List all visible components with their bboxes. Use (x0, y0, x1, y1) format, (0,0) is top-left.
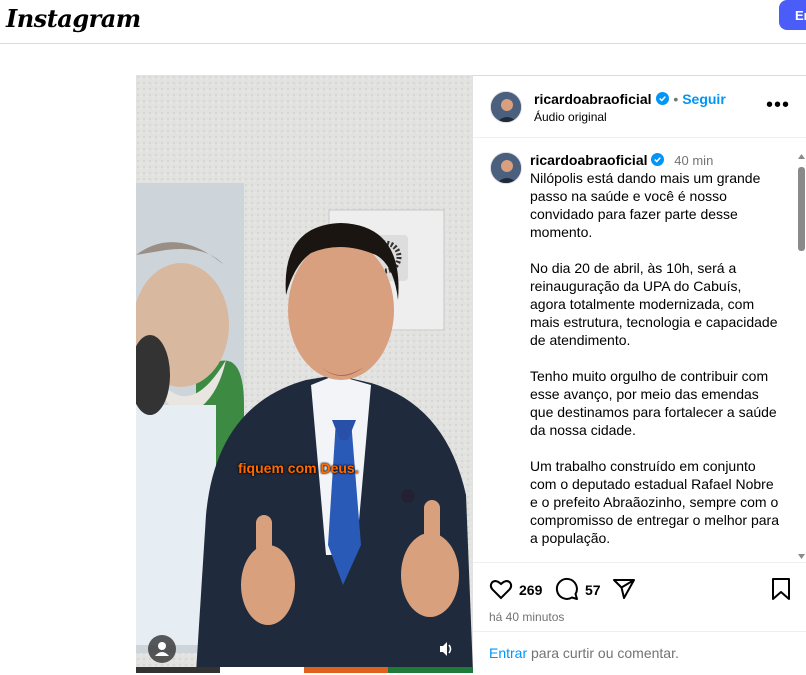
post-date: há 40 minutos (489, 610, 565, 624)
heart-icon[interactable] (489, 577, 513, 601)
instagram-logo[interactable]: Instagram (6, 4, 141, 33)
caption-avatar[interactable] (490, 152, 522, 184)
action-bar: 269 57 há 40 minutos Entrar para curtir … (473, 562, 806, 674)
caption-paragraph: Nilópolis está dando mais um grande pass… (530, 170, 761, 240)
comments-count[interactable]: 57 (585, 582, 601, 598)
post-header: ricardoabraoficial • Seguir Áudio origin… (473, 76, 806, 138)
comment-icon[interactable] (555, 577, 579, 601)
caption-area: ricardoabraoficial 40 min Nilópolis está… (473, 139, 806, 562)
caption-time: 40 min (674, 153, 714, 168)
login-button[interactable]: En (779, 0, 806, 30)
video-subtitle: fiquem com Deus. (238, 460, 359, 476)
verified-icon (651, 153, 665, 166)
likes-count[interactable]: 269 (519, 582, 542, 598)
audio-label[interactable]: Áudio original (534, 110, 607, 124)
comment-prompt: Entrar para curtir ou comentar. (473, 631, 806, 675)
author-avatar[interactable] (490, 91, 522, 123)
volume-icon[interactable] (432, 635, 460, 663)
more-icon[interactable]: ••• (766, 94, 790, 117)
caption-paragraph: No dia 20 de abril, às 10h, será a reina… (530, 260, 778, 348)
caption-paragraph: Tenho muito orgulho de contribuir com es… (530, 368, 777, 438)
reel-video[interactable]: fiquem com Deus. (136, 75, 473, 673)
post-panel: ricardoabraoficial • Seguir Áudio origin… (473, 75, 806, 673)
caption-text: Nilópolis está dando mais um grande pass… (530, 169, 780, 562)
user-tag-icon[interactable] (148, 635, 176, 663)
caption-paragraph: Um trabalho construído em conjunto com o… (530, 458, 780, 546)
video-frame (136, 75, 473, 673)
caption-username[interactable]: ricardoabraoficial (530, 152, 648, 168)
bookmark-icon[interactable] (770, 577, 792, 601)
verified-icon (655, 92, 669, 105)
dot-separator: • (673, 91, 683, 107)
top-bar: Instagram En (0, 0, 806, 44)
follow-button[interactable]: Seguir (682, 91, 726, 107)
caption-scrollbar[interactable] (797, 152, 806, 561)
comment-prompt-text: para curtir ou comentar. (531, 645, 679, 661)
author-username[interactable]: ricardoabraoficial (534, 91, 652, 107)
login-link[interactable]: Entrar (489, 645, 527, 661)
share-icon[interactable] (612, 577, 636, 601)
